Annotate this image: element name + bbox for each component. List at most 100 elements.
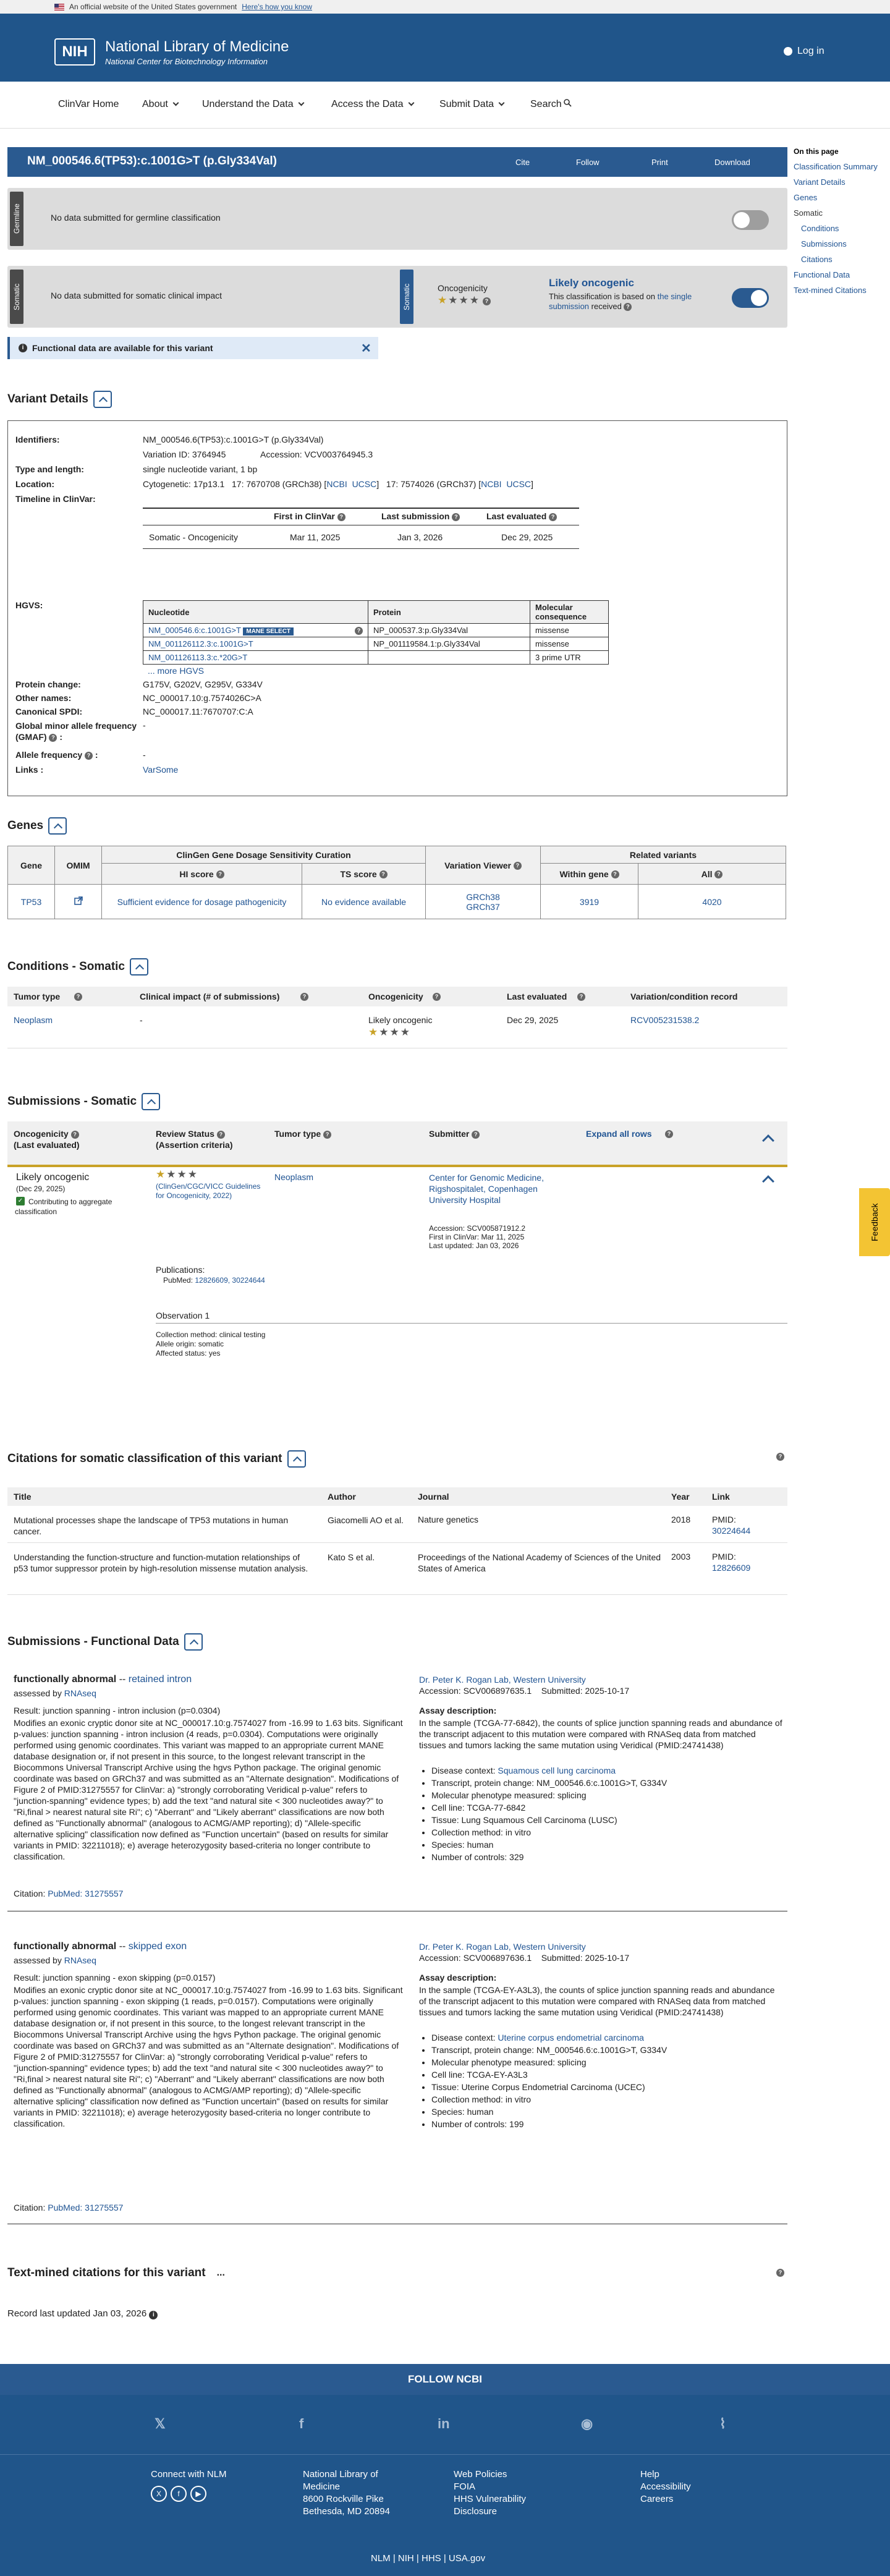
functional-subtype-link[interactable]: retained intron: [129, 1674, 192, 1685]
help-icon[interactable]: ?: [216, 870, 224, 879]
ucsc-link[interactable]: UCSC: [352, 479, 377, 489]
linkedin-icon[interactable]: in: [438, 2416, 450, 2432]
varsome-link[interactable]: VarSome: [143, 765, 178, 775]
otp-text-mined-citations[interactable]: Text-mined Citations: [794, 286, 886, 295]
collapse-icon[interactable]: [130, 958, 148, 976]
functional-subtype-link[interactable]: skipped exon: [129, 1941, 187, 1952]
otp-submissions[interactable]: Submissions: [794, 239, 886, 249]
help-icon[interactable]: ?: [85, 751, 93, 760]
rss-icon[interactable]: ⌇: [719, 2416, 726, 2432]
more-hgvs-link[interactable]: ... more HGVS: [148, 666, 204, 676]
info-icon[interactable]: i: [149, 2311, 158, 2319]
help-icon[interactable]: ?: [714, 870, 723, 879]
foia-link[interactable]: FOIA: [454, 2481, 526, 2493]
facebook-icon[interactable]: f: [171, 2486, 187, 2502]
help-icon[interactable]: ?: [577, 993, 585, 1001]
otp-classification-summary[interactable]: Classification Summary: [794, 162, 886, 171]
nlm-line[interactable]: Medicine: [303, 2481, 390, 2493]
help-icon[interactable]: ?: [379, 870, 388, 879]
help-icon[interactable]: ?: [355, 627, 363, 635]
disease-link[interactable]: Squamous cell lung carcinoma: [498, 1766, 616, 1775]
hhs-vulnerability-link[interactable]: HHS Vulnerability: [454, 2493, 526, 2506]
help-icon[interactable]: ?: [472, 1130, 480, 1139]
youtube-icon[interactable]: ▶: [190, 2486, 206, 2502]
pmid-link[interactable]: 12826609: [712, 1563, 750, 1573]
help-icon[interactable]: ?: [300, 993, 308, 1001]
collapse-row-icon[interactable]: [762, 1175, 774, 1188]
help-icon[interactable]: ?: [624, 303, 632, 312]
nav-access[interactable]: Access the Data: [331, 99, 414, 110]
all-variants-link[interactable]: 4020: [702, 897, 721, 907]
nlm-link[interactable]: NLM: [371, 2553, 391, 2564]
careers-link[interactable]: Careers: [640, 2493, 691, 2506]
grch37-link[interactable]: GRCh37: [432, 902, 534, 912]
lab-link[interactable]: Dr. Peter K. Rogan Lab, Western Universi…: [419, 1941, 586, 1952]
github-icon[interactable]: ◉: [581, 2416, 593, 2432]
download-button[interactable]: Download: [714, 158, 750, 167]
otp-variant-details[interactable]: Variant Details: [794, 177, 886, 187]
help-icon[interactable]: ?: [549, 512, 557, 521]
somatic-toggle[interactable]: [732, 288, 769, 308]
help-icon[interactable]: ?: [482, 297, 491, 305]
web-policies-link[interactable]: Web Policies: [454, 2468, 526, 2481]
usa-gov-link[interactable]: USA.gov: [449, 2553, 485, 2564]
cite-button[interactable]: Cite: [515, 158, 530, 167]
textmined-ellipsis[interactable]: ...: [217, 2268, 225, 2279]
disease-link[interactable]: Uterine corpus endometrial carcinoma: [498, 2033, 644, 2043]
otp-functional-data[interactable]: Functional Data: [794, 270, 886, 279]
site-title[interactable]: National Library of Medicine: [105, 38, 289, 56]
nav-about[interactable]: About: [142, 99, 179, 110]
feedback-button[interactable]: Feedback: [859, 1188, 890, 1256]
accessibility-link[interactable]: Accessibility: [640, 2481, 691, 2493]
nav-search[interactable]: Search: [530, 99, 572, 110]
collapse-icon[interactable]: [287, 1450, 306, 1468]
x-twitter-icon[interactable]: 𝕏: [155, 2416, 166, 2432]
nih-link[interactable]: NIH: [398, 2553, 414, 2564]
rcv-link[interactable]: RCV005231538.2: [630, 1015, 699, 1025]
expand-all-rows-link[interactable]: Expand all rows: [586, 1129, 652, 1139]
collapse-icon[interactable]: [48, 817, 67, 835]
collapse-icon[interactable]: [184, 1633, 203, 1651]
hgvs-nucleotide-link[interactable]: NM_000546.6:c.1001G>T: [148, 626, 241, 635]
assertion-criteria-link[interactable]: (ClinGen/CGC/VICC Guidelines for Oncogen…: [156, 1182, 261, 1201]
lab-link[interactable]: Dr. Peter K. Rogan Lab, Western Universi…: [419, 1674, 586, 1685]
gov-banner-link[interactable]: Here's how you know: [242, 2, 312, 11]
help-link[interactable]: Help: [640, 2468, 691, 2481]
pubmed-links[interactable]: 12826609, 30224644: [195, 1276, 265, 1285]
collapse-icon[interactable]: [93, 391, 112, 408]
grch38-link[interactable]: GRCh38: [432, 892, 534, 902]
help-icon[interactable]: ?: [452, 512, 460, 521]
help-icon[interactable]: ?: [74, 993, 82, 1001]
otp-citations[interactable]: Citations: [794, 255, 886, 264]
help-icon[interactable]: ?: [776, 1453, 784, 1461]
otp-conditions[interactable]: Conditions: [794, 224, 886, 233]
help-icon[interactable]: ?: [513, 862, 522, 870]
ncbi-link[interactable]: NCBI: [481, 479, 501, 489]
nav-understand[interactable]: Understand the Data: [202, 99, 305, 110]
pubmed-citation-link[interactable]: PubMed: 31275557: [48, 1889, 123, 1898]
nlm-line[interactable]: National Library of: [303, 2468, 390, 2481]
hgvs-nucleotide-link[interactable]: NM_001126112.3:c.1001G>T: [148, 639, 253, 648]
neoplasm-link[interactable]: Neoplasm: [14, 1015, 53, 1025]
nav-clinvar-home[interactable]: ClinVar Home: [58, 99, 119, 110]
help-icon[interactable]: ?: [216, 1130, 225, 1139]
submitter-link[interactable]: Center for Genomic Medicine, Rigshospita…: [429, 1172, 553, 1205]
method-link[interactable]: RNAseq: [64, 1955, 96, 1965]
follow-button[interactable]: Follow: [576, 158, 600, 167]
otp-genes[interactable]: Genes: [794, 193, 886, 202]
nih-logo[interactable]: NIH: [54, 38, 95, 66]
close-icon[interactable]: ✕: [361, 341, 371, 356]
help-icon[interactable]: ?: [337, 512, 345, 521]
help-icon[interactable]: ?: [49, 733, 57, 742]
pubmed-citation-link[interactable]: PubMed: 31275557: [48, 2203, 123, 2213]
help-icon[interactable]: ?: [323, 1130, 332, 1139]
help-icon[interactable]: ?: [611, 870, 619, 879]
gene-link[interactable]: TP53: [21, 897, 41, 907]
hgvs-nucleotide-link[interactable]: NM_001126113.3:c.*20G>T: [148, 653, 247, 662]
login-button[interactable]: Log in: [784, 46, 824, 57]
hhs-link[interactable]: HHS: [422, 2553, 441, 2564]
help-icon[interactable]: ?: [776, 2269, 784, 2277]
within-gene-link[interactable]: 3919: [580, 897, 599, 907]
nav-submit[interactable]: Submit Data: [439, 99, 505, 110]
germline-toggle[interactable]: [732, 210, 769, 230]
